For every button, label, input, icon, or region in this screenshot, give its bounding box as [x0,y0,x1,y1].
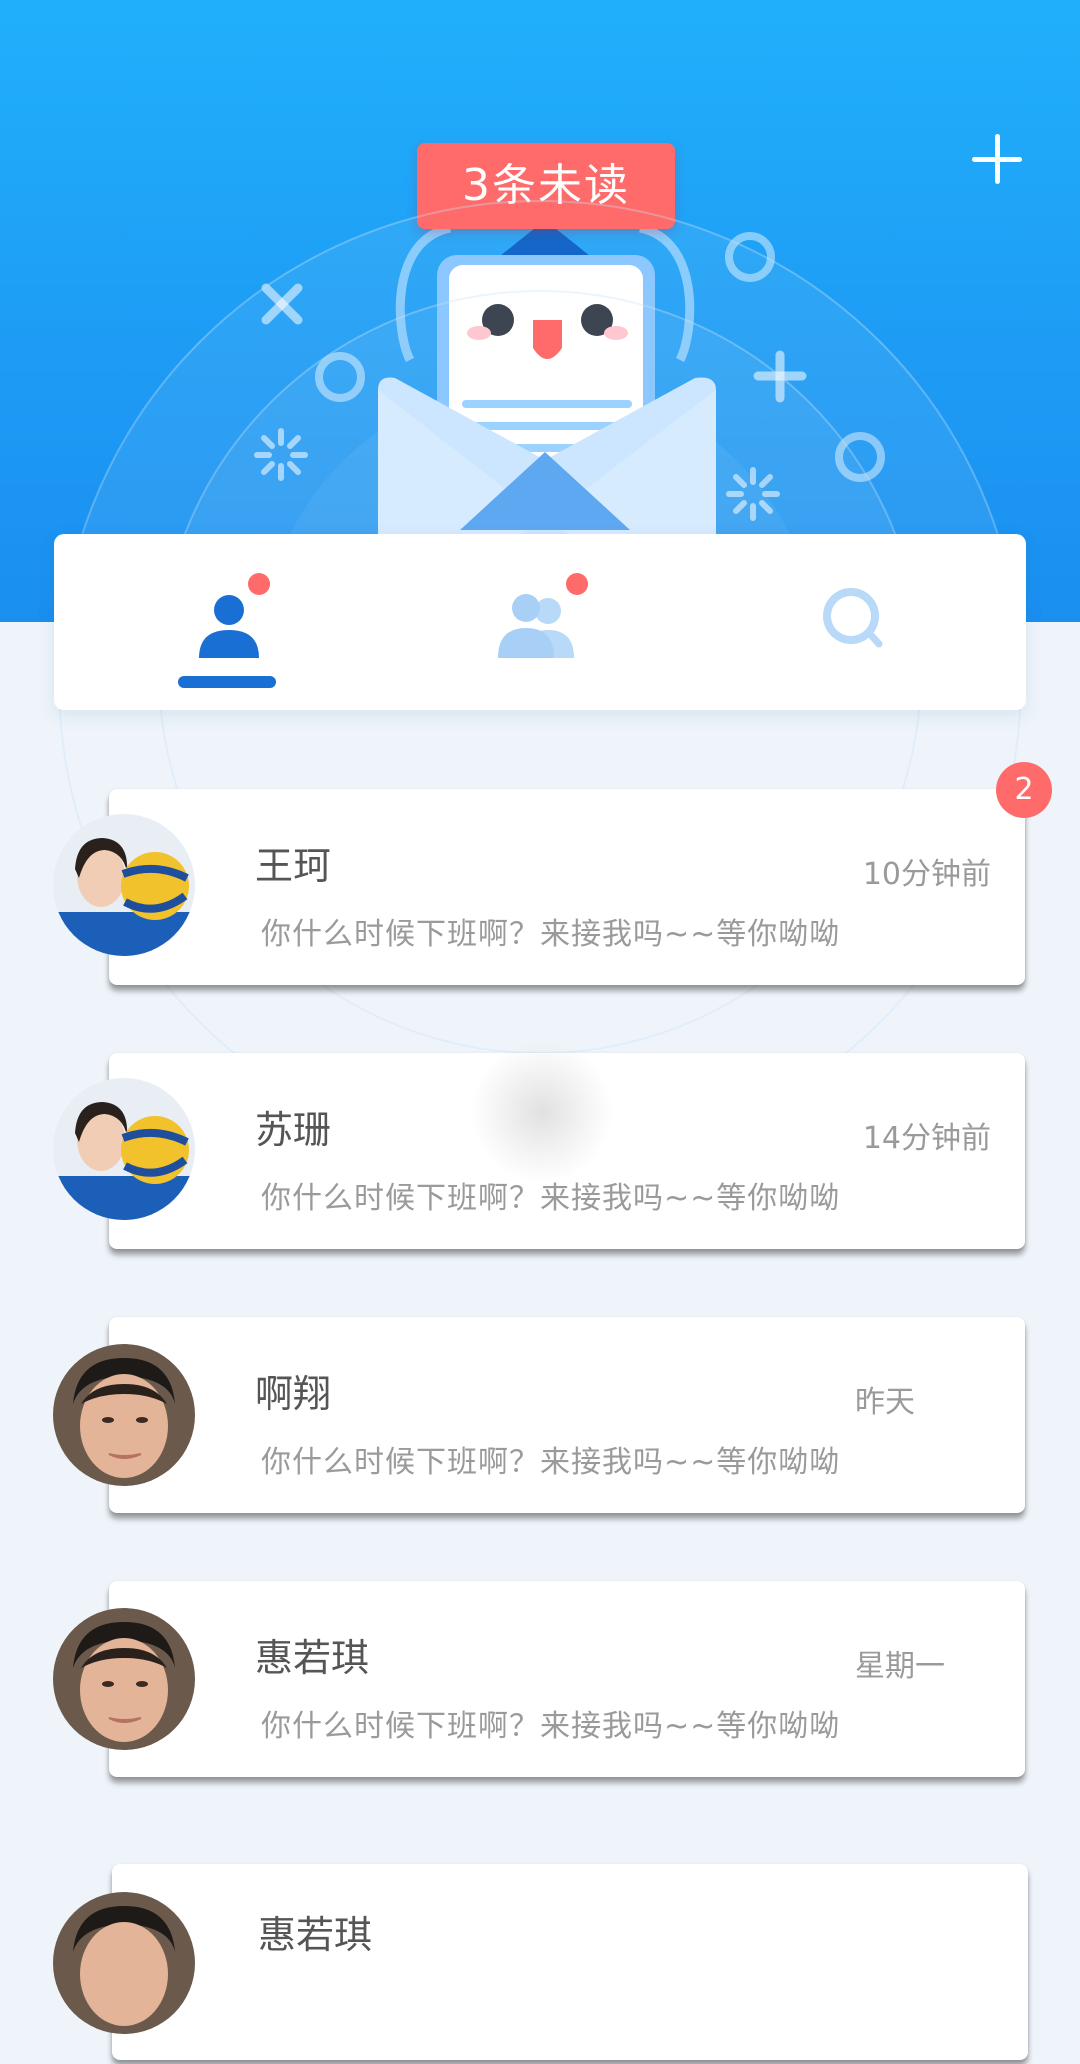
message-time: 14分钟前 [862,1121,991,1156]
tab-groups[interactable] [378,534,702,710]
avatar[interactable] [53,1344,195,1486]
conversation-item[interactable]: 惠若琪 [0,1864,1080,2064]
conversation-card[interactable]: 惠若琪 星期一 你什么时候下班啊？来接我吗~~等你呦呦 [109,1581,1025,1777]
tab-contacts[interactable] [54,534,378,710]
avatar[interactable] [53,1608,195,1750]
message-time: 星期一 [855,1649,945,1684]
contact-name: 啊翔 [255,1372,332,1416]
contact-name: 苏珊 [255,1108,332,1152]
user-icon [199,595,259,658]
conversation-item[interactable]: 王珂 10分钟前 你什么时候下班啊？来接我吗~~等你呦呦 [0,789,1080,989]
notification-dot [248,573,270,595]
contact-name: 王珂 [255,844,332,888]
active-tab-indicator [178,676,276,688]
unread-count-badge: 2 [996,762,1052,818]
conversation-item[interactable]: 啊翔 昨天 你什么时候下班啊？来接我吗~~等你呦呦 [0,1317,1080,1517]
group-icon [498,594,574,658]
touch-ripple [472,1042,612,1182]
contact-name: 惠若琪 [255,1636,370,1680]
avatar[interactable] [53,1892,195,2034]
conversation-item[interactable]: 惠若琪 星期一 你什么时候下班啊？来接我吗~~等你呦呦 [0,1581,1080,1781]
message-preview: 你什么时候下班啊？来接我吗~~等你呦呦 [261,917,841,952]
tab-search[interactable] [702,534,1026,710]
avatar[interactable] [53,1078,195,1220]
conversation-card[interactable]: 惠若琪 [112,1864,1028,2060]
notification-dot [566,573,588,595]
tab-bar [54,534,1026,710]
avatar[interactable] [53,814,195,956]
search-icon [823,588,883,648]
conversation-card[interactable]: 王珂 10分钟前 你什么时候下班啊？来接我吗~~等你呦呦 [109,789,1025,985]
conversation-card[interactable]: 啊翔 昨天 你什么时候下班啊？来接我吗~~等你呦呦 [109,1317,1025,1513]
message-time: 10分钟前 [862,857,991,892]
contact-name: 惠若琪 [258,1913,373,1957]
message-time: 昨天 [855,1385,915,1420]
add-button[interactable] [968,130,1026,188]
message-preview: 你什么时候下班啊？来接我吗~~等你呦呦 [261,1709,841,1744]
message-preview: 你什么时候下班啊？来接我吗~~等你呦呦 [261,1445,841,1480]
